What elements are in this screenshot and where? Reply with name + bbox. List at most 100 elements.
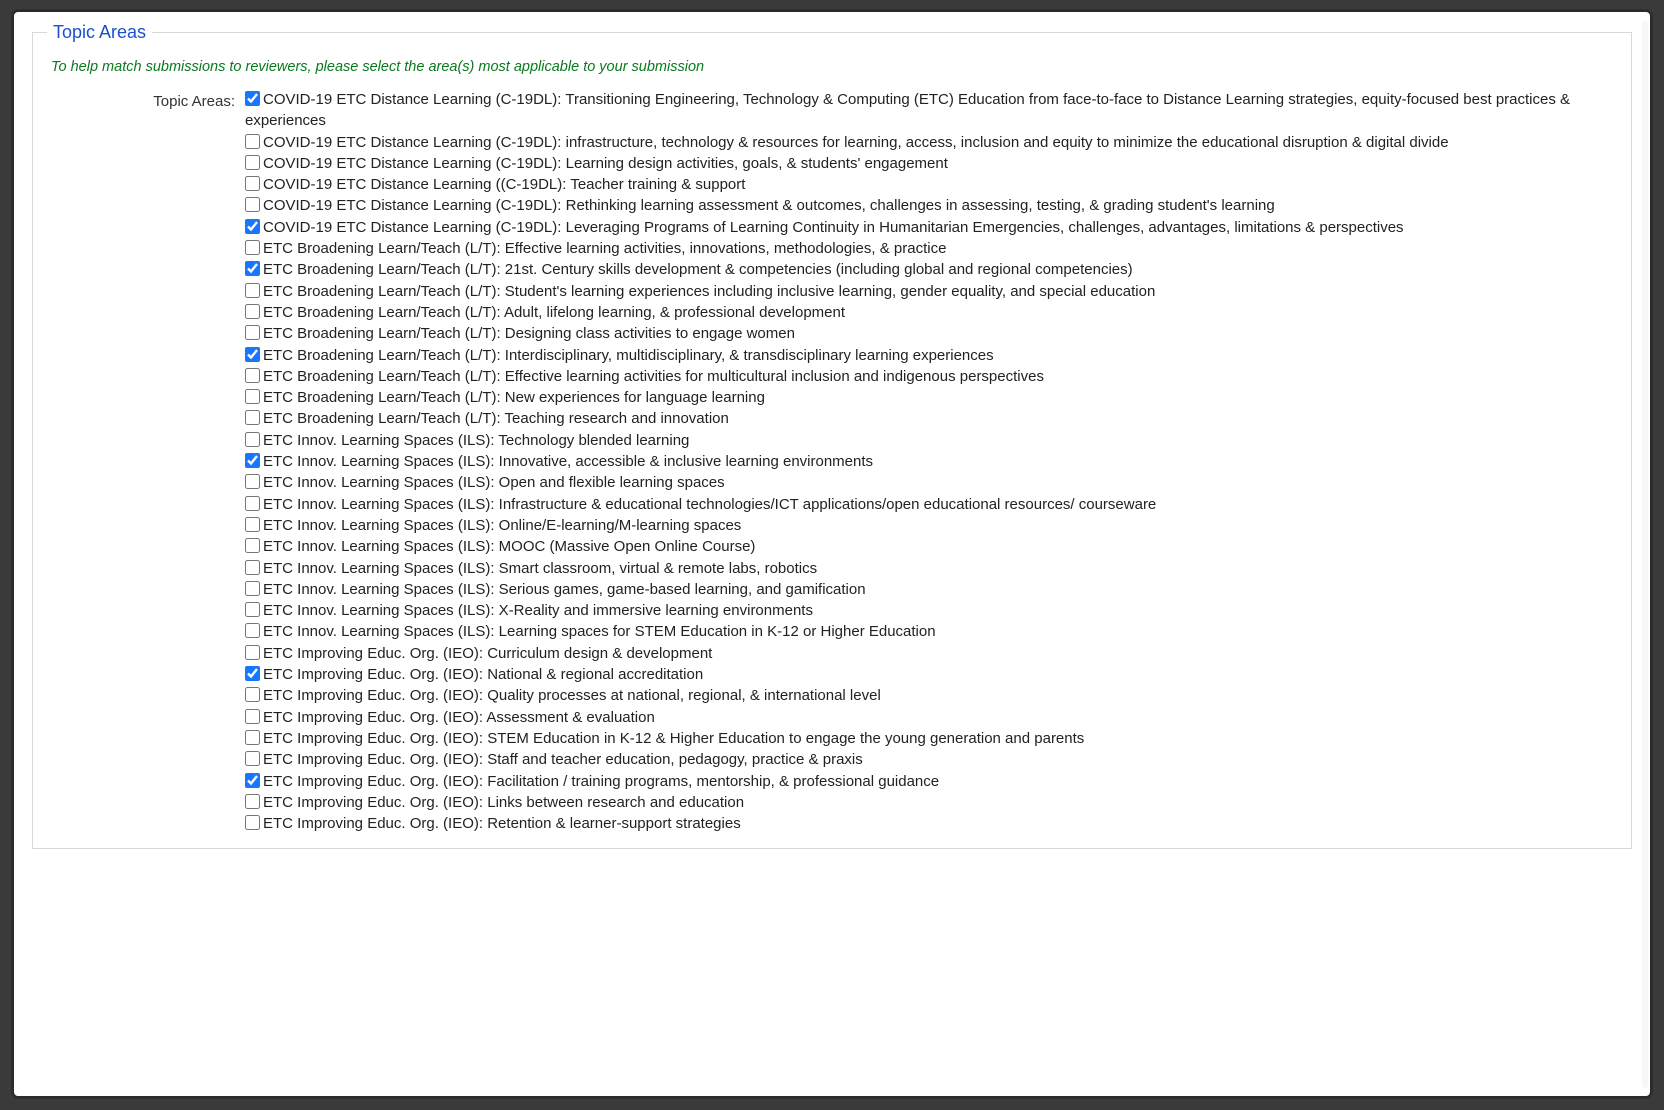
topic-label: ETC Innov. Learning Spaces (ILS): Innova… bbox=[263, 453, 873, 470]
topic-label: ETC Innov. Learning Spaces (ILS): Open a… bbox=[263, 474, 725, 491]
topic-checkbox[interactable] bbox=[245, 453, 260, 468]
topic-checkbox[interactable] bbox=[245, 432, 260, 447]
topic-label: ETC Innov. Learning Spaces (ILS): X-Real… bbox=[263, 602, 813, 619]
fieldset-legend: Topic Areas bbox=[47, 22, 152, 43]
topic-label: ETC Improving Educ. Org. (IEO): National… bbox=[263, 666, 703, 683]
topic-option[interactable]: ETC Innov. Learning Spaces (ILS): Learni… bbox=[245, 621, 1617, 642]
topic-option[interactable]: COVID-19 ETC Distance Learning (C-19DL):… bbox=[245, 132, 1617, 153]
topic-label: ETC Broadening Learn/Teach (L/T): 21st. … bbox=[263, 261, 1133, 278]
topic-option[interactable]: COVID-19 ETC Distance Learning ((C-19DL)… bbox=[245, 174, 1617, 195]
topic-option[interactable]: ETC Improving Educ. Org. (IEO): Curricul… bbox=[245, 643, 1617, 664]
topic-option[interactable]: COVID-19 ETC Distance Learning (C-19DL):… bbox=[245, 195, 1617, 216]
topic-option[interactable]: ETC Innov. Learning Spaces (ILS): Seriou… bbox=[245, 579, 1617, 600]
topic-option[interactable]: COVID-19 ETC Distance Learning (C-19DL):… bbox=[245, 153, 1617, 174]
topic-checkbox[interactable] bbox=[245, 687, 260, 702]
topic-option[interactable]: ETC Innov. Learning Spaces (ILS): Online… bbox=[245, 515, 1617, 536]
topic-option[interactable]: ETC Improving Educ. Org. (IEO): STEM Edu… bbox=[245, 728, 1617, 749]
form-row: Topic Areas: COVID-19 ETC Distance Learn… bbox=[47, 89, 1617, 834]
topic-checkbox[interactable] bbox=[245, 347, 260, 362]
topic-option[interactable]: ETC Broadening Learn/Teach (L/T): 21st. … bbox=[245, 259, 1617, 280]
topic-checkbox[interactable] bbox=[245, 602, 260, 617]
topic-option[interactable]: ETC Broadening Learn/Teach (L/T): Interd… bbox=[245, 345, 1617, 366]
topic-option[interactable]: COVID-19 ETC Distance Learning (C-19DL):… bbox=[245, 89, 1617, 132]
topic-option[interactable]: ETC Broadening Learn/Teach (L/T): Teachi… bbox=[245, 408, 1617, 429]
topic-option[interactable]: ETC Improving Educ. Org. (IEO): National… bbox=[245, 664, 1617, 685]
topic-option[interactable]: ETC Innov. Learning Spaces (ILS): X-Real… bbox=[245, 600, 1617, 621]
topic-label: ETC Innov. Learning Spaces (ILS): Smart … bbox=[263, 560, 817, 577]
topic-option[interactable]: ETC Broadening Learn/Teach (L/T): Design… bbox=[245, 323, 1617, 344]
topic-label: ETC Innov. Learning Spaces (ILS): Techno… bbox=[263, 432, 689, 449]
topic-checkbox[interactable] bbox=[245, 794, 260, 809]
topic-checkbox[interactable] bbox=[245, 283, 260, 298]
viewport: Topic Areas To help match submissions to… bbox=[0, 0, 1664, 1110]
topic-option[interactable]: ETC Innov. Learning Spaces (ILS): MOOC (… bbox=[245, 536, 1617, 557]
page: Topic Areas To help match submissions to… bbox=[12, 10, 1652, 1098]
topic-option[interactable]: ETC Broadening Learn/Teach (L/T): Adult,… bbox=[245, 302, 1617, 323]
topic-option[interactable]: ETC Broadening Learn/Teach (L/T): Effect… bbox=[245, 366, 1617, 387]
topic-checkbox[interactable] bbox=[245, 538, 260, 553]
topic-label: COVID-19 ETC Distance Learning (C-19DL):… bbox=[263, 219, 1404, 236]
topic-checkbox[interactable] bbox=[245, 368, 260, 383]
topic-options: COVID-19 ETC Distance Learning (C-19DL):… bbox=[235, 89, 1617, 834]
topic-label: ETC Improving Educ. Org. (IEO): Links be… bbox=[263, 794, 744, 811]
topic-option[interactable]: ETC Improving Educ. Org. (IEO): Links be… bbox=[245, 792, 1617, 813]
topic-checkbox[interactable] bbox=[245, 91, 260, 106]
topic-label: ETC Broadening Learn/Teach (L/T): Adult,… bbox=[263, 304, 845, 321]
topic-areas-label: Topic Areas: bbox=[47, 89, 235, 110]
topic-option[interactable]: COVID-19 ETC Distance Learning (C-19DL):… bbox=[245, 217, 1617, 238]
topic-option[interactable]: ETC Improving Educ. Org. (IEO): Quality … bbox=[245, 685, 1617, 706]
topic-option[interactable]: ETC Innov. Learning Spaces (ILS): Smart … bbox=[245, 558, 1617, 579]
topic-label: COVID-19 ETC Distance Learning ((C-19DL)… bbox=[263, 176, 745, 193]
topic-checkbox[interactable] bbox=[245, 410, 260, 425]
topic-checkbox[interactable] bbox=[245, 134, 260, 149]
topic-label: ETC Improving Educ. Org. (IEO): Assessme… bbox=[263, 709, 655, 726]
topic-label: ETC Improving Educ. Org. (IEO): Curricul… bbox=[263, 645, 712, 662]
topic-checkbox[interactable] bbox=[245, 219, 260, 234]
topic-checkbox[interactable] bbox=[245, 389, 260, 404]
topic-option[interactable]: ETC Broadening Learn/Teach (L/T): Studen… bbox=[245, 281, 1617, 302]
topic-option[interactable]: ETC Innov. Learning Spaces (ILS): Innova… bbox=[245, 451, 1617, 472]
topic-label: ETC Innov. Learning Spaces (ILS): Infras… bbox=[263, 496, 1156, 513]
topic-label: ETC Innov. Learning Spaces (ILS): Learni… bbox=[263, 623, 936, 640]
topic-checkbox[interactable] bbox=[245, 304, 260, 319]
topic-checkbox[interactable] bbox=[245, 155, 260, 170]
topic-checkbox[interactable] bbox=[245, 815, 260, 830]
topic-checkbox[interactable] bbox=[245, 496, 260, 511]
topic-checkbox[interactable] bbox=[245, 560, 260, 575]
topic-label: COVID-19 ETC Distance Learning (C-19DL):… bbox=[263, 197, 1275, 214]
topic-option[interactable]: ETC Improving Educ. Org. (IEO): Facilita… bbox=[245, 771, 1617, 792]
topic-checkbox[interactable] bbox=[245, 730, 260, 745]
topic-option[interactable]: ETC Improving Educ. Org. (IEO): Staff an… bbox=[245, 749, 1617, 770]
topic-option[interactable]: ETC Broadening Learn/Teach (L/T): Effect… bbox=[245, 238, 1617, 259]
topic-option[interactable]: ETC Innov. Learning Spaces (ILS): Techno… bbox=[245, 430, 1617, 451]
topic-checkbox[interactable] bbox=[245, 666, 260, 681]
topic-label: ETC Improving Educ. Org. (IEO): Retentio… bbox=[263, 815, 741, 832]
topic-checkbox[interactable] bbox=[245, 197, 260, 212]
topic-option[interactable]: ETC Improving Educ. Org. (IEO): Retentio… bbox=[245, 813, 1617, 834]
topic-label: ETC Improving Educ. Org. (IEO): STEM Edu… bbox=[263, 730, 1084, 747]
topic-label: COVID-19 ETC Distance Learning (C-19DL):… bbox=[263, 134, 1449, 151]
topic-checkbox[interactable] bbox=[245, 709, 260, 724]
topic-option[interactable]: ETC Broadening Learn/Teach (L/T): New ex… bbox=[245, 387, 1617, 408]
topic-label: ETC Broadening Learn/Teach (L/T): New ex… bbox=[263, 389, 765, 406]
topic-checkbox[interactable] bbox=[245, 240, 260, 255]
topic-option[interactable]: ETC Innov. Learning Spaces (ILS): Open a… bbox=[245, 472, 1617, 493]
topic-label: ETC Broadening Learn/Teach (L/T): Effect… bbox=[263, 368, 1044, 385]
topic-label: ETC Innov. Learning Spaces (ILS): MOOC (… bbox=[263, 538, 755, 555]
topic-label: ETC Broadening Learn/Teach (L/T): Interd… bbox=[263, 347, 994, 364]
topic-checkbox[interactable] bbox=[245, 474, 260, 489]
topic-checkbox[interactable] bbox=[245, 773, 260, 788]
topic-label: ETC Innov. Learning Spaces (ILS): Online… bbox=[263, 517, 741, 534]
topic-checkbox[interactable] bbox=[245, 517, 260, 532]
topic-checkbox[interactable] bbox=[245, 176, 260, 191]
topic-label: COVID-19 ETC Distance Learning (C-19DL):… bbox=[245, 91, 1570, 129]
topic-option[interactable]: ETC Improving Educ. Org. (IEO): Assessme… bbox=[245, 707, 1617, 728]
topic-checkbox[interactable] bbox=[245, 751, 260, 766]
topic-checkbox[interactable] bbox=[245, 645, 260, 660]
topic-option[interactable]: ETC Innov. Learning Spaces (ILS): Infras… bbox=[245, 494, 1617, 515]
topic-label: ETC Improving Educ. Org. (IEO): Facilita… bbox=[263, 773, 939, 790]
topic-checkbox[interactable] bbox=[245, 261, 260, 276]
topic-checkbox[interactable] bbox=[245, 581, 260, 596]
topic-checkbox[interactable] bbox=[245, 325, 260, 340]
topic-checkbox[interactable] bbox=[245, 623, 260, 638]
